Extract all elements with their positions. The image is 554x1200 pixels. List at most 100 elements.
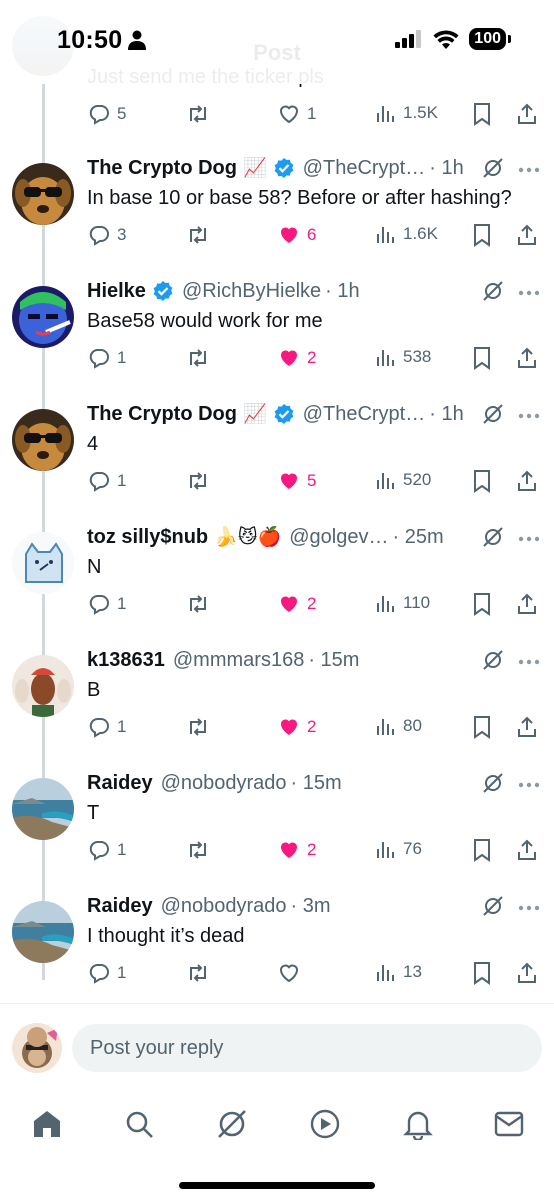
share-button[interactable]: [515, 223, 539, 247]
views-button[interactable]: 76: [375, 838, 422, 860]
bookmark-button[interactable]: [471, 102, 493, 126]
user-handle[interactable]: @golgev…: [289, 526, 388, 549]
nav-home[interactable]: [23, 1100, 71, 1148]
reply-button[interactable]: 1: [87, 838, 126, 862]
grok-icon[interactable]: [482, 403, 504, 425]
nav-notifications[interactable]: [394, 1100, 442, 1148]
like-button[interactable]: 2: [277, 838, 316, 862]
like-button[interactable]: 1: [277, 102, 316, 126]
tweet[interactable]: k138631 @mmmars168 · 15m B 1 2 80: [0, 637, 554, 760]
bookmark-button[interactable]: [471, 469, 493, 493]
avatar[interactable]: [12, 286, 74, 348]
views-button[interactable]: 80: [375, 715, 422, 737]
share-button[interactable]: [515, 469, 539, 493]
repost-button[interactable]: [185, 838, 211, 862]
display-name[interactable]: toz silly$nub: [87, 526, 208, 549]
user-handle[interactable]: @nobodyrado: [161, 772, 287, 795]
my-avatar[interactable]: [12, 1023, 62, 1073]
share-button[interactable]: [515, 961, 539, 985]
display-name[interactable]: The Crypto Dog: [87, 157, 237, 180]
user-handle[interactable]: @TheCrypt…: [303, 403, 426, 426]
views-button[interactable]: 1.5K: [375, 102, 438, 124]
reply-button[interactable]: 5: [87, 102, 126, 126]
user-handle[interactable]: @mmmars168: [173, 649, 304, 672]
views-button[interactable]: 1.6K: [375, 223, 438, 245]
grok-icon[interactable]: [482, 772, 504, 794]
avatar[interactable]: [12, 778, 74, 840]
tweet[interactable]: Raidey @nobodyrado · 15m T 1 2 76: [0, 760, 554, 883]
grok-icon[interactable]: [482, 526, 504, 548]
reply-button[interactable]: 1: [87, 592, 126, 616]
like-button[interactable]: [277, 961, 307, 985]
avatar[interactable]: [12, 409, 74, 471]
more-options-icon[interactable]: [518, 290, 540, 296]
share-button[interactable]: [515, 102, 539, 126]
repost-button[interactable]: [185, 592, 211, 616]
nav-grok[interactable]: [208, 1100, 256, 1148]
user-handle[interactable]: @RichByHielke: [182, 280, 321, 303]
display-name[interactable]: k138631: [87, 649, 165, 672]
tweet-body: N: [87, 556, 102, 578]
grok-icon[interactable]: [482, 157, 504, 179]
more-options-icon[interactable]: [518, 413, 540, 419]
bookmark-button[interactable]: [471, 838, 493, 862]
like-button[interactable]: 6: [277, 223, 316, 247]
nav-video[interactable]: [301, 1100, 349, 1148]
share-button[interactable]: [515, 715, 539, 739]
bookmark-button[interactable]: [471, 592, 493, 616]
like-button[interactable]: 5: [277, 469, 316, 493]
more-options-icon[interactable]: [518, 536, 540, 542]
display-name[interactable]: Raidey: [87, 895, 153, 918]
repost-button[interactable]: [185, 346, 211, 370]
bookmark-button[interactable]: [471, 223, 493, 247]
more-options-icon[interactable]: [518, 905, 540, 911]
tweet[interactable]: toz silly$nub 🍌😼🍎 @golgev… · 25m N 1 2 1…: [0, 514, 554, 637]
grok-icon[interactable]: [482, 649, 504, 671]
bookmark-button[interactable]: [471, 715, 493, 739]
display-name[interactable]: The Crypto Dog: [87, 403, 237, 426]
share-button[interactable]: [515, 838, 539, 862]
reply-button[interactable]: 1: [87, 715, 126, 739]
grok-icon[interactable]: [482, 895, 504, 917]
user-handle[interactable]: @TheCrypt…: [303, 157, 426, 180]
user-handle[interactable]: @nobodyrado: [161, 895, 287, 918]
share-button[interactable]: [515, 592, 539, 616]
repost-button[interactable]: [185, 715, 211, 739]
repost-button[interactable]: [185, 469, 211, 493]
more-options-icon[interactable]: [518, 167, 540, 173]
repost-button[interactable]: [185, 223, 211, 247]
more-options-icon[interactable]: [518, 659, 540, 665]
like-button[interactable]: 2: [277, 715, 316, 739]
views-button[interactable]: 520: [375, 469, 431, 491]
repost-button[interactable]: [185, 102, 211, 126]
views-button[interactable]: 110: [375, 592, 430, 614]
more-options-icon[interactable]: [518, 782, 540, 788]
display-name[interactable]: Raidey: [87, 772, 153, 795]
reply-input[interactable]: [72, 1024, 542, 1072]
repost-button[interactable]: [185, 961, 211, 985]
bookmark-button[interactable]: [471, 961, 493, 985]
reply-button[interactable]: 3: [87, 223, 126, 247]
reply-button[interactable]: 1: [87, 469, 126, 493]
nav-messages[interactable]: [485, 1100, 533, 1148]
reply-button[interactable]: 1: [87, 961, 126, 985]
tweet[interactable]: The Crypto Dog 📈 @TheCrypt… · 1h In base…: [0, 145, 554, 268]
like-button[interactable]: 2: [277, 592, 316, 616]
tweet[interactable]: Raidey @nobodyrado · 3m I thought it’s d…: [0, 883, 554, 1006]
views-icon: [377, 842, 394, 858]
avatar[interactable]: [12, 655, 74, 717]
reply-button[interactable]: 1: [87, 346, 126, 370]
share-button[interactable]: [515, 346, 539, 370]
views-button[interactable]: 13: [375, 961, 422, 983]
like-button[interactable]: 2: [277, 346, 316, 370]
grok-icon[interactable]: [482, 280, 504, 302]
tweet[interactable]: Hielke @RichByHielke · 1h Base58 would w…: [0, 268, 554, 391]
views-button[interactable]: 538: [375, 346, 431, 368]
avatar[interactable]: [12, 532, 74, 594]
bookmark-button[interactable]: [471, 346, 493, 370]
display-name[interactable]: Hielke: [87, 280, 146, 303]
avatar[interactable]: [12, 901, 74, 963]
nav-search[interactable]: [115, 1100, 163, 1148]
avatar[interactable]: [12, 163, 74, 225]
tweet[interactable]: The Crypto Dog 📈 @TheCrypt… · 1h 4 1 5 5…: [0, 391, 554, 514]
